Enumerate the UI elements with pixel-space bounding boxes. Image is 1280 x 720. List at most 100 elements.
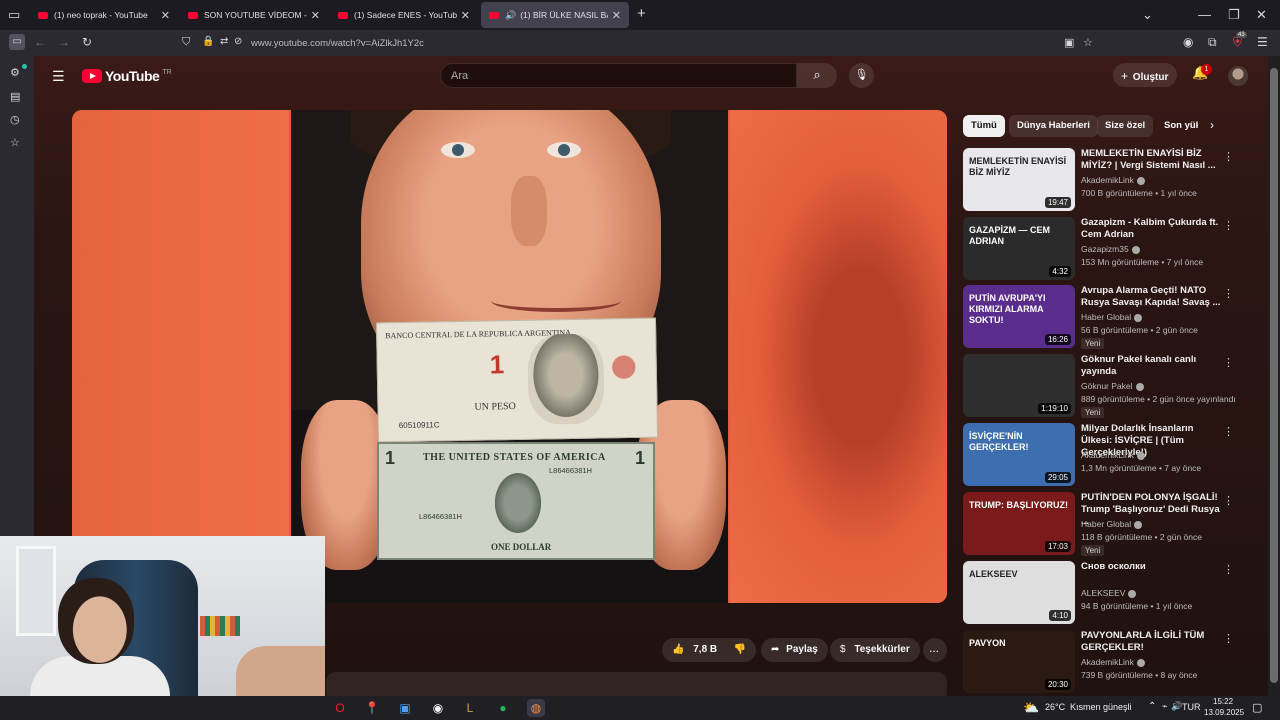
recommendation-item[interactable]: 1:19:10 Göknur Pakel kanalı canlı yayında… (963, 354, 1236, 418)
channel-name[interactable]: AkademikLink (1081, 657, 1145, 667)
bookmark-star-icon[interactable]: ☆ (1083, 36, 1093, 49)
video-thumbnail[interactable]: 1:19:10 (963, 354, 1075, 417)
create-button[interactable]: + Oluştur (1113, 63, 1177, 87)
opera-icon[interactable]: O (331, 699, 349, 717)
language-indicator[interactable]: TUR (1182, 702, 1201, 712)
shield-icon[interactable]: ⛉ (182, 36, 190, 49)
picture-in-picture-icon[interactable]: ▣ (1064, 36, 1074, 49)
menu-icon[interactable]: ☰ (1257, 35, 1268, 49)
recommendation-item[interactable]: PAVYON 20:30 PAVYONLARLA İLGİLİ TÜM GERÇEK… (963, 630, 1234, 694)
video-thumbnail[interactable]: TRUMP: BAŞLIYORUZ! 17:03 (963, 492, 1075, 555)
more-options-icon[interactable]: ⋮ (1223, 356, 1234, 369)
video-title[interactable]: Göknur Pakel kanalı canlı yayında (1081, 354, 1221, 378)
network-icon[interactable]: ⌁ (1162, 701, 1167, 712)
close-window-icon[interactable]: ✕ (1256, 7, 1267, 23)
recommendation-item[interactable]: MEMLEKETİN ENAYİSİ BİZ MİYİZ 19:47 MEMLEKE… (963, 148, 1234, 212)
close-tab-icon[interactable]: ✕ (161, 9, 170, 22)
minimize-icon[interactable]: — (1198, 7, 1211, 22)
video-player[interactable]: BANCO CENTRAL DE LA REPUBLICA ARGENTINA … (72, 110, 947, 603)
firefox-icon[interactable]: ◍ (527, 699, 545, 717)
channel-name[interactable]: AkademikLink (1081, 175, 1145, 185)
close-tab-icon[interactable]: ✕ (612, 9, 621, 22)
close-tab-icon[interactable]: ✕ (311, 9, 320, 22)
channel-name[interactable]: Göknur Pakel (1081, 381, 1144, 391)
chip-all[interactable]: Tümü (963, 115, 1005, 137)
video-thumbnail[interactable]: İSVİÇRE'NİN GERÇEKLER! 29:05 (963, 423, 1075, 486)
recommendation-item[interactable]: ALEKSEEV 4:10 Снов осколки ALEKSEEV 94 B gör… (963, 561, 1234, 625)
thanks-button[interactable]: $ Teşekkürler (830, 638, 920, 662)
video-thumbnail[interactable]: PAVYON 20:30 (963, 630, 1075, 693)
like-button[interactable]: 👍 7,8 B 👎 (662, 638, 757, 662)
sidebar-toggle-icon[interactable]: ▭ (9, 34, 25, 50)
weather-icon[interactable]: ⛅ (1023, 700, 1039, 716)
notification-center-icon[interactable]: ▢ (1252, 701, 1262, 714)
video-description-box[interactable] (326, 672, 947, 696)
browser-tab-2[interactable]: SON YOUTUBE VİDEOM - YouTube ✕ (180, 2, 328, 28)
video-title[interactable]: Avrupa Alarma Geçti! NATO Rusya Savaşı K… (1081, 285, 1221, 309)
forward-icon[interactable]: → (58, 35, 70, 49)
video-thumbnail[interactable]: GAZAPİZM — CEM ADRIAN 4:32 (963, 217, 1075, 280)
more-options-icon[interactable]: ⋮ (1223, 632, 1234, 645)
new-tab-button[interactable]: + (637, 5, 646, 22)
search-input[interactable]: Ara (440, 63, 797, 88)
browser-tab-1[interactable]: (1) neo toprak - YouTube ✕ (30, 2, 178, 28)
chip-world-news[interactable]: Dünya Haberleri (1009, 115, 1098, 137)
user-avatar[interactable] (1228, 66, 1248, 86)
recommendation-item[interactable]: İSVİÇRE'NİN GERÇEKLER! 29:05 Milyar Dolarl… (963, 423, 1234, 487)
ai-chat-icon[interactable]: ⚙ (10, 66, 20, 79)
chevron-right-icon[interactable]: › (1210, 118, 1214, 132)
obs-icon[interactable]: ◉ (429, 699, 447, 717)
dislike-icon[interactable]: 👎 (734, 644, 746, 655)
maps-pin-icon[interactable]: 📍 (363, 699, 381, 717)
league-icon[interactable]: L (461, 699, 479, 717)
share-button[interactable]: ➦ Paylaş (761, 638, 828, 662)
extensions-icon[interactable]: ⧉ (1208, 35, 1217, 50)
browser-tab-3[interactable]: (1) Sadece ENES - YouTube ✕ (330, 2, 478, 28)
video-thumbnail[interactable]: MEMLEKETİN ENAYİSİ BİZ MİYİZ 19:47 (963, 148, 1075, 211)
lock-icon[interactable]: 🔒 (202, 36, 214, 47)
more-options-icon[interactable]: ⋮ (1223, 494, 1234, 507)
video-thumbnail[interactable]: ALEKSEEV 4:10 (963, 561, 1075, 624)
url-bar[interactable]: ⛉ 🔒 ⇄ ⊘ www.youtube.com/watch?v=AiZlkJh1… (176, 32, 1102, 54)
clock-date[interactable]: 13.09.2025 (1204, 708, 1244, 717)
clock-time[interactable]: 15:22 (1213, 697, 1233, 706)
more-options-icon[interactable]: ⋮ (1223, 425, 1234, 438)
search-button[interactable]: ⌕ (797, 63, 837, 88)
hamburger-menu-icon[interactable]: ☰ (52, 68, 65, 85)
window-app-icon[interactable]: ▣ (396, 699, 414, 717)
channel-name[interactable]: Gazapizm35 (1081, 244, 1140, 254)
channel-name[interactable]: Haber Global (1081, 519, 1143, 529)
recommendation-item[interactable]: TRUMP: BAŞLIYORUZ! 17:03 PUTİN'DEN POLONYA… (963, 492, 1234, 556)
chevron-down-icon[interactable]: ⌄ (1142, 7, 1153, 23)
youtube-logo[interactable]: YouTube TR (82, 68, 172, 84)
chip-for-you[interactable]: Size özel (1097, 115, 1154, 137)
close-tab-icon[interactable]: ✕ (461, 9, 470, 22)
video-thumbnail[interactable]: PUTİN AVRUPA'YI KIRMIZI ALARMA SOKTU! 16:… (963, 285, 1075, 348)
channel-name[interactable]: Haber Global (1081, 312, 1143, 322)
video-title[interactable]: PAVYONLARLA İLGİLİ TÜM GERÇEKLER! (1081, 630, 1221, 654)
permissions-icon[interactable]: ⇄ (220, 36, 228, 47)
tray-chevron-icon[interactable]: ⌃ (1148, 701, 1156, 712)
browser-tab-4-active[interactable]: 🔊 (1) BİR ÜLKE NASIL BATAR? ✕ (481, 2, 629, 28)
bookmarks-icon[interactable]: ☆ (10, 136, 20, 149)
more-actions-button[interactable]: ... (923, 638, 947, 662)
synced-tabs-icon[interactable]: ▤ (10, 90, 20, 103)
channel-name[interactable]: ALEKSEEV (1081, 588, 1137, 598)
reload-icon[interactable]: ↻ (82, 35, 92, 49)
more-options-icon[interactable]: ⋮ (1223, 287, 1234, 300)
video-title[interactable]: Gazapizm - Kalbim Çukurda ft. Cem Adrian (1081, 217, 1221, 241)
video-title[interactable]: MEMLEKETİN ENAYİSİ BİZ MİYİZ? | Vergi Si… (1081, 148, 1221, 172)
chip-recently-uploaded[interactable]: Son yük (1156, 115, 1198, 137)
back-icon[interactable]: ← (34, 35, 46, 49)
restore-icon[interactable]: ❐ (1228, 7, 1240, 23)
volume-icon[interactable]: 🔊 (1171, 701, 1182, 712)
more-options-icon[interactable]: ⋮ (1223, 150, 1234, 163)
recommendation-item[interactable]: PUTİN AVRUPA'YI KIRMIZI ALARMA SOKTU! 16:… (963, 285, 1234, 349)
video-title[interactable]: Снов осколки (1081, 561, 1221, 573)
more-options-icon[interactable]: ⋮ (1223, 219, 1234, 232)
more-options-icon[interactable]: ⋮ (1223, 563, 1234, 576)
history-icon[interactable]: ◷ (10, 113, 20, 126)
page-scrollbar[interactable] (1268, 56, 1280, 696)
spotify-icon[interactable]: ● (494, 699, 512, 717)
account-icon[interactable]: ◉ (1183, 35, 1193, 49)
